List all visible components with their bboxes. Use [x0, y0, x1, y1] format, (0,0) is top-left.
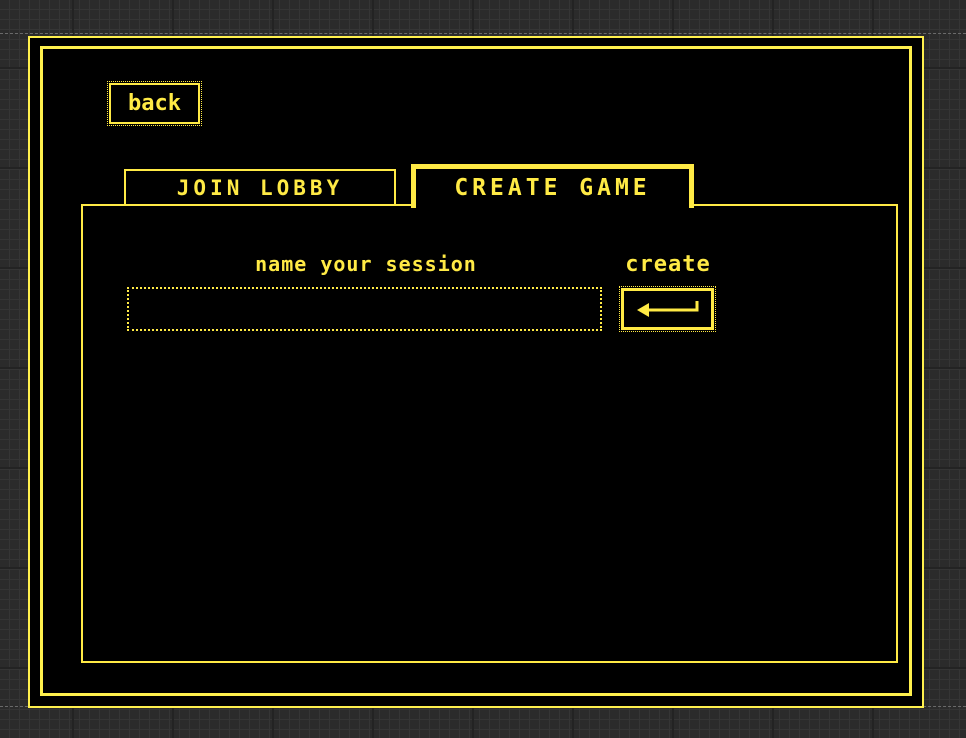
session-name-input[interactable]	[127, 287, 602, 331]
back-button[interactable]: back	[107, 81, 202, 126]
create-button[interactable]	[619, 286, 716, 332]
session-name-label: name your session	[255, 252, 477, 276]
tab-join-lobby[interactable]: JOIN LOBBY	[124, 169, 396, 206]
create-game-panel: name your session create	[81, 204, 898, 663]
create-label: create	[625, 252, 711, 277]
window-frame: back JOIN LOBBY CREATE GAME name your se…	[28, 36, 924, 708]
window-inner-frame: back JOIN LOBBY CREATE GAME name your se…	[40, 46, 912, 696]
enter-arrow-icon	[624, 298, 711, 320]
tab-create-game[interactable]: CREATE GAME	[411, 164, 694, 208]
